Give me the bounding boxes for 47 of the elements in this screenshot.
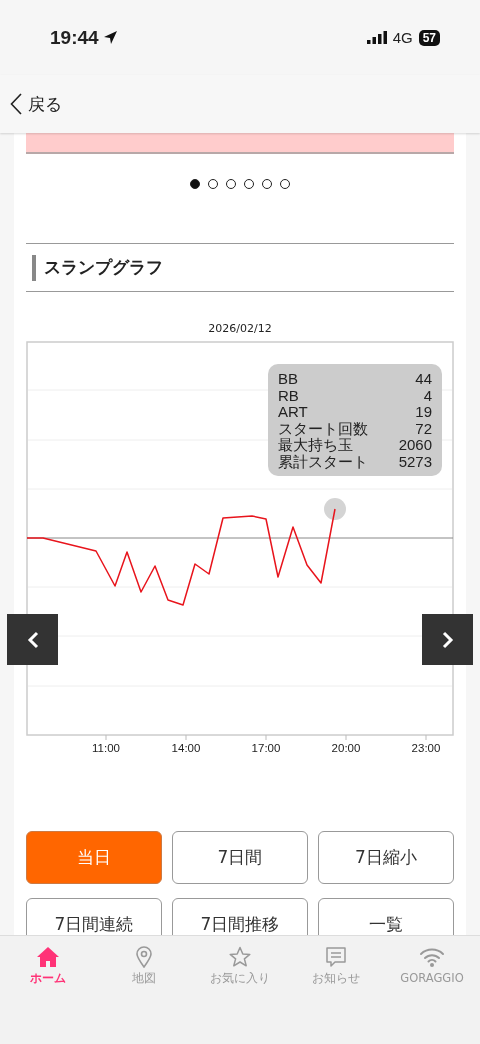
- wifi-icon: [419, 946, 445, 968]
- tooltip-label: スタート回数: [278, 420, 368, 437]
- x-axis-label: 11:00: [92, 742, 120, 754]
- range-button[interactable]: 7日間: [172, 831, 308, 884]
- section-title: スランプグラフ: [44, 256, 163, 279]
- pager-dot[interactable]: [244, 179, 254, 189]
- location-arrow-icon: [102, 30, 118, 45]
- x-axis-label: 14:00: [171, 742, 201, 754]
- pager-dot[interactable]: [280, 179, 290, 189]
- tooltip-value: 4: [423, 387, 432, 404]
- pager-dot[interactable]: [226, 179, 236, 189]
- pager-dot[interactable]: [190, 179, 200, 189]
- pager-dot[interactable]: [208, 179, 218, 189]
- message-icon: [325, 946, 347, 968]
- home-icon: [36, 946, 60, 968]
- tooltip-label: BB: [278, 371, 298, 388]
- range-button[interactable]: 7日間推移: [172, 898, 308, 935]
- next-button[interactable]: [422, 614, 473, 665]
- tooltip-value: 72: [415, 420, 432, 437]
- network-label: 4G: [392, 29, 413, 46]
- range-button[interactable]: 7日縮小: [318, 831, 454, 884]
- tooltip-label: 最大持ち玉: [278, 437, 353, 454]
- range-button[interactable]: 一覧: [318, 898, 454, 935]
- chevron-left-icon: [26, 630, 39, 649]
- star-icon: [229, 946, 251, 968]
- tooltip-label: 累計スタート: [278, 453, 368, 470]
- chevron-left-icon: [10, 93, 22, 115]
- tooltip-label: RB: [278, 387, 299, 404]
- tooltip-value: 44: [415, 371, 432, 388]
- back-button[interactable]: 戻る: [10, 92, 62, 116]
- highlight-marker: [324, 498, 346, 520]
- x-axis-label: 23:00: [411, 742, 441, 754]
- signal-icon: [366, 31, 387, 44]
- tooltip-value: 2060: [398, 437, 432, 454]
- tooltip-label: ART: [278, 404, 308, 421]
- tooltip-value: 5273: [398, 453, 432, 470]
- x-axis-label: 17:00: [251, 742, 281, 754]
- map-pin-icon: [135, 946, 153, 968]
- previous-button[interactable]: [7, 614, 58, 665]
- chevron-right-icon: [441, 630, 454, 649]
- tooltip-value: 19: [415, 404, 432, 421]
- x-axis-label: 20:00: [331, 742, 361, 754]
- status-time: 19:44: [50, 26, 99, 49]
- chart-title: 2026/02/12: [207, 322, 273, 336]
- pager-dot[interactable]: [262, 179, 272, 189]
- range-button[interactable]: 7日間連続: [26, 898, 162, 935]
- battery-indicator: 57: [418, 29, 440, 46]
